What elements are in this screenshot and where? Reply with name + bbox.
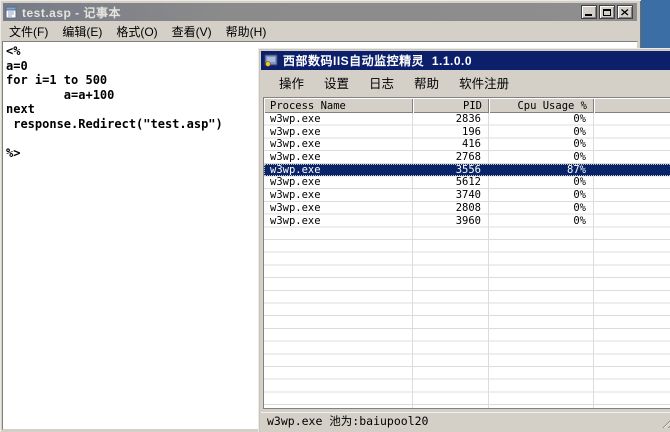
menu-item-register[interactable]: 软件注册: [449, 71, 519, 94]
cell-pid: 3556: [413, 164, 489, 177]
table-row[interactable]: w3wp.exe 3960 0%: [264, 215, 670, 228]
notepad-icon: [5, 6, 18, 19]
cell-cpu: 0%: [489, 151, 594, 164]
cell-cpu: 87%: [489, 164, 594, 177]
table-row-selected[interactable]: w3wp.exe 3556 87%: [264, 164, 670, 177]
table-row[interactable]: w3wp.exe 2808 0%: [264, 202, 670, 215]
table-row[interactable]: w3wp.exe 196 0%: [264, 126, 670, 139]
column-header-process-name[interactable]: Process Name: [264, 98, 413, 113]
menu-item-view[interactable]: 查看(V): [166, 21, 220, 42]
cell-process: w3wp.exe: [264, 215, 413, 228]
table-row[interactable]: w3wp.exe 2768 0%: [264, 151, 670, 164]
cell-pid: 2808: [413, 202, 489, 215]
column-header-cpu-usage[interactable]: Cpu Usage %: [489, 98, 594, 113]
cell-cpu: 0%: [489, 113, 594, 126]
notepad-menubar: 文件(F) 编辑(E) 格式(O) 查看(V) 帮助(H): [3, 21, 637, 41]
menu-item-settings[interactable]: 设置: [314, 71, 359, 94]
notepad-titlebar[interactable]: test.asp - 记事本: [3, 3, 637, 21]
resize-grip[interactable]: [660, 416, 670, 428]
process-table: Process Name PID Cpu Usage % w3wp.exe 28…: [263, 97, 670, 409]
cell-process: w3wp.exe: [264, 138, 413, 151]
status-text: w3wp.exe 池为:baiupool20: [267, 413, 428, 429]
cell-pid: 3960: [413, 215, 489, 228]
table-row[interactable]: w3wp.exe 416 0%: [264, 138, 670, 151]
menu-item-format[interactable]: 格式(O): [110, 21, 165, 42]
monitor-app-icon: [264, 54, 278, 67]
menu-item-file[interactable]: 文件(F): [3, 21, 56, 42]
cell-pid: 2836: [413, 113, 489, 126]
maximize-button[interactable]: [599, 5, 615, 19]
cell-cpu: 0%: [489, 189, 594, 202]
cell-pid: 5612: [413, 176, 489, 189]
cell-pid: 2768: [413, 151, 489, 164]
notepad-window-controls: [581, 5, 633, 19]
close-button[interactable]: [617, 5, 633, 19]
monitor-title: 西部数码IIS自动监控精灵 1.1.0.0: [283, 52, 472, 69]
status-bar: w3wp.exe 池为:baiupool20: [261, 412, 670, 429]
table-row[interactable]: w3wp.exe 2836 0%: [264, 113, 670, 126]
menu-item-operate[interactable]: 操作: [269, 71, 314, 94]
menu-item-log[interactable]: 日志: [359, 71, 404, 94]
table-header: Process Name PID Cpu Usage %: [264, 98, 670, 113]
minimize-icon: [585, 14, 592, 16]
column-header-filler: [594, 98, 670, 113]
cell-cpu: 0%: [489, 138, 594, 151]
monitor-menubar: 操作 设置 日志 帮助 软件注册: [261, 71, 670, 94]
maximize-icon: [603, 9, 611, 16]
table-row[interactable]: w3wp.exe 3740 0%: [264, 189, 670, 202]
cell-cpu: 0%: [489, 176, 594, 189]
cell-pid: 196: [413, 126, 489, 139]
monitor-window: 西部数码IIS自动监控精灵 1.1.0.0 操作 设置 日志 帮助 软件注册 P…: [258, 48, 670, 432]
cell-process: w3wp.exe: [264, 202, 413, 215]
minimize-button[interactable]: [581, 5, 597, 19]
cell-process: w3wp.exe: [264, 176, 413, 189]
table-row[interactable]: w3wp.exe 5612 0%: [264, 176, 670, 189]
cell-process: w3wp.exe: [264, 126, 413, 139]
monitor-titlebar[interactable]: 西部数码IIS自动监控精灵 1.1.0.0: [261, 51, 670, 70]
close-icon: [621, 9, 629, 16]
column-header-pid[interactable]: PID: [413, 98, 489, 113]
notepad-title: test.asp - 记事本: [22, 4, 121, 21]
cell-cpu: 0%: [489, 202, 594, 215]
cell-process: w3wp.exe: [264, 164, 413, 177]
cell-process: w3wp.exe: [264, 189, 413, 202]
cell-process: w3wp.exe: [264, 113, 413, 126]
cell-cpu: 0%: [489, 126, 594, 139]
menu-item-edit[interactable]: 编辑(E): [56, 21, 110, 42]
cell-pid: 416: [413, 138, 489, 151]
menu-item-help[interactable]: 帮助(H): [220, 21, 275, 42]
cell-cpu: 0%: [489, 215, 594, 228]
cell-process: w3wp.exe: [264, 151, 413, 164]
cell-pid: 3740: [413, 189, 489, 202]
menu-item-help[interactable]: 帮助: [404, 71, 449, 94]
table-body[interactable]: w3wp.exe 2836 0% w3wp.exe 196 0% w3wp.ex…: [264, 113, 670, 408]
